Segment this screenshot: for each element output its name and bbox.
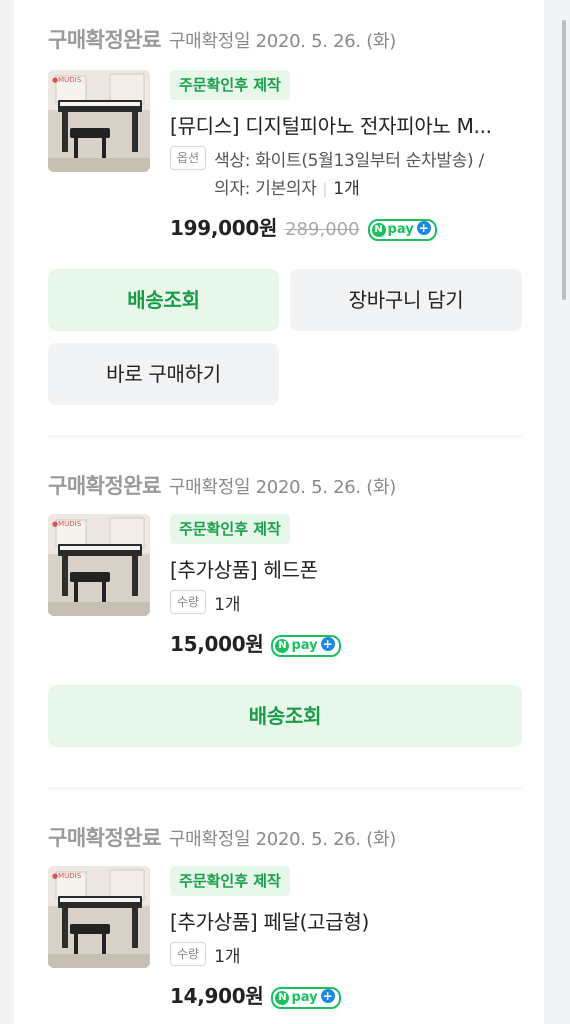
plus-icon: +	[320, 989, 335, 1003]
quantity-chip: 수량	[170, 590, 207, 614]
price: 199,000원	[170, 216, 278, 240]
price-row: 14,900원 Npay +	[170, 980, 341, 1009]
piano-image-icon: ●MUDIS	[48, 866, 150, 968]
piano-image-icon: ●MUDIS	[48, 70, 150, 172]
option-row: 옵션 색상: 화이트(5월13일부터 순차발송) /	[170, 146, 484, 171]
product-thumbnail[interactable]: ●MUDIS	[48, 866, 150, 968]
quantity: 1개	[214, 947, 241, 967]
original-price: 289,000	[285, 219, 360, 240]
naver-n-icon: N	[275, 639, 290, 653]
order-status: 구매확정완료	[48, 28, 161, 52]
option-chip: 옵션	[170, 146, 207, 170]
option-line-2: 의자: 기본의자	[214, 179, 317, 199]
made-to-order-tag: 주문확인후 제작	[170, 70, 290, 100]
quantity: 1개	[214, 595, 241, 615]
made-to-order-tag: 주문확인후 제작	[170, 514, 290, 544]
quantity-chip: 수량	[170, 942, 207, 966]
pay-label: pay	[291, 990, 318, 1005]
naver-pay-badge: Npay +	[271, 635, 341, 657]
svg-text:●MUDIS: ●MUDIS	[52, 872, 82, 880]
piano-image-icon: ●MUDIS	[48, 514, 150, 616]
confirm-date: 구매확정일 2020. 5. 26. (화)	[168, 31, 396, 52]
naver-n-icon: N	[371, 223, 386, 237]
add-to-cart-button[interactable]: 장바구니 담기	[290, 269, 522, 331]
order-history-screen: 구매확정완료 구매확정일 2020. 5. 26. (화) ●MUDIS 주문확…	[0, 0, 570, 1024]
naver-n-icon: N	[275, 991, 290, 1005]
track-delivery-button[interactable]: 배송조회	[48, 269, 279, 331]
option-quantity: 1개	[333, 179, 360, 199]
product-name[interactable]: [뮤디스] 디지털피아노 전자피아노 M...	[170, 110, 492, 139]
order-list: 구매확정완료 구매확정일 2020. 5. 26. (화) ●MUDIS 주문확…	[14, 0, 544, 1024]
price: 15,000원	[170, 632, 264, 656]
order-status: 구매확정완료	[48, 474, 161, 498]
product-name[interactable]: [추가상품] 헤드폰	[170, 554, 318, 583]
svg-text:●MUDIS: ●MUDIS	[52, 520, 82, 528]
status-row: 구매확정완료 구매확정일 2020. 5. 26. (화)	[48, 822, 396, 852]
confirm-date: 구매확정일 2020. 5. 26. (화)	[168, 829, 396, 850]
price: 14,900원	[170, 984, 264, 1008]
quantity-row: 수량 1개	[170, 590, 241, 615]
track-delivery-button[interactable]: 배송조회	[48, 685, 522, 747]
separator: |	[322, 182, 328, 198]
right-gutter	[544, 0, 570, 1024]
option-line-1: 색상: 화이트(5월13일부터 순차발송) /	[214, 151, 484, 171]
svg-text:●MUDIS: ●MUDIS	[52, 76, 82, 84]
price-row: 15,000원 Npay +	[170, 628, 341, 657]
price-row: 199,000원 289,000 Npay +	[170, 212, 437, 241]
made-to-order-tag: 주문확인후 제작	[170, 866, 290, 896]
option-row-2: 의자: 기본의자 | 1개	[214, 174, 360, 199]
divider	[48, 788, 522, 789]
scrollbar[interactable]	[562, 20, 566, 300]
product-thumbnail[interactable]: ●MUDIS	[48, 514, 150, 616]
product-name[interactable]: [추가상품] 페달(고급형)	[170, 906, 369, 935]
product-thumbnail[interactable]: ●MUDIS	[48, 70, 150, 172]
naver-pay-badge: Npay +	[367, 219, 437, 241]
plus-icon: +	[320, 637, 335, 651]
order-status: 구매확정완료	[48, 826, 161, 850]
confirm-date: 구매확정일 2020. 5. 26. (화)	[168, 477, 396, 498]
plus-icon: +	[416, 221, 431, 235]
buy-now-button[interactable]: 바로 구매하기	[48, 343, 279, 405]
pay-label: pay	[291, 638, 318, 653]
quantity-row: 수량 1개	[170, 942, 241, 967]
left-gutter	[0, 0, 14, 1024]
status-row: 구매확정완료 구매확정일 2020. 5. 26. (화)	[48, 470, 396, 500]
naver-pay-badge: Npay +	[271, 987, 341, 1009]
divider	[48, 436, 522, 437]
pay-label: pay	[387, 222, 414, 237]
status-row: 구매확정완료 구매확정일 2020. 5. 26. (화)	[48, 24, 396, 54]
